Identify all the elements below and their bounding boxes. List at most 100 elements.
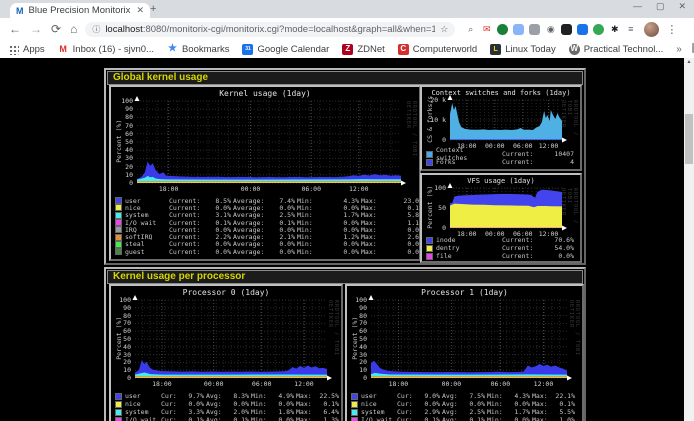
forward-icon[interactable]: → <box>30 23 42 35</box>
rrdtool-watermark: RRDTOOL / TOBI OETIKER <box>327 300 339 378</box>
legend-metric: Min:0.0% <box>251 400 294 408</box>
new-tab-button[interactable]: + <box>150 3 156 15</box>
x-tick-label: 06:00 <box>248 381 276 388</box>
bookmark-label: Google Calendar <box>257 44 329 55</box>
series-nice <box>135 378 327 379</box>
legend-swatch <box>351 393 358 400</box>
metric-value: 0.0% <box>279 248 295 256</box>
legend-label: nice <box>361 400 377 408</box>
minimize-button[interactable]: — <box>633 1 642 12</box>
bookmark-google-calendar[interactable]: 31Google Calendar <box>242 44 329 55</box>
bookmark-label: Inbox (16) - sjvn0... <box>73 44 154 55</box>
series-nice <box>137 182 401 183</box>
bookmark-computerworld[interactable]: CComputerworld <box>398 44 477 55</box>
metric-label: Min: <box>487 408 503 416</box>
close-button[interactable]: ✕ <box>678 1 686 12</box>
page-info-icon[interactable]: ⓘ <box>92 24 100 35</box>
y-tick-label: 30 <box>347 352 367 359</box>
legend-metric: Cur:3.3% <box>161 408 204 416</box>
maximize-button[interactable]: ▢ <box>656 1 665 12</box>
metric-value: 0.0% <box>469 400 485 408</box>
browser-menu-icon[interactable]: ⋮ <box>666 23 677 36</box>
search-extension-icon[interactable]: ⌕ <box>465 24 476 35</box>
tab-close-icon[interactable]: ✕ <box>136 5 144 16</box>
bookmark-inbox-16-sjvn0[interactable]: MInbox (16) - sjvn0... <box>58 44 154 55</box>
y-tick-label: 50 <box>111 139 133 146</box>
profile-avatar[interactable] <box>644 22 659 37</box>
y-tick-label: 0 <box>347 375 367 382</box>
bookmark-practical-technol[interactable]: WPractical Technol... <box>569 44 664 55</box>
legend-row-inode: inodeCurrent:70.6% <box>426 236 574 244</box>
graph-context-switches[interactable]: Context switches and forks (1day)CS & fo… <box>420 85 582 171</box>
address-bar[interactable]: ⓘ localhost:8080/monitorix-cgi/monitorix… <box>85 22 455 37</box>
legend-metric: Current:0.0% <box>169 248 231 256</box>
scrollbar-thumb[interactable] <box>685 114 693 164</box>
legend-label: dentry <box>436 244 459 252</box>
browser-tab[interactable]: M Blue Precision Monitorix ✕ <box>10 3 150 18</box>
metric-label: Cur: <box>397 392 413 400</box>
bookmark-star-icon[interactable]: ☆ <box>440 24 448 35</box>
bookmarks-overflow-icon[interactable]: » <box>676 44 682 55</box>
legend-swatch <box>351 401 358 408</box>
page-scrollbar[interactable]: ▲ <box>684 58 694 421</box>
metric-value: 10407 <box>554 150 574 158</box>
legend-row-nice: niceCur:0.0%Avg:0.0%Min:0.0%Max:0.1% <box>115 400 335 408</box>
scrollbar-up-icon[interactable]: ▲ <box>684 59 694 65</box>
bookmark-label: Computerworld <box>413 44 477 55</box>
legend-label: Forks <box>436 158 456 166</box>
back-icon[interactable]: ← <box>9 23 21 35</box>
metric-label: Cur: <box>397 400 413 408</box>
y-tick-label: 40 <box>111 344 131 351</box>
metric-value: 4.9% <box>278 392 294 400</box>
blue-square-extension-icon[interactable] <box>577 24 588 35</box>
legend-swatch <box>351 417 358 421</box>
metric-label: Avg: <box>442 416 458 421</box>
legend-metric: Current:54.0% <box>502 244 574 252</box>
home-icon[interactable]: ⌂ <box>70 23 77 35</box>
metric-label: Min: <box>297 248 313 256</box>
legend-name: inode <box>426 236 498 244</box>
metric-value: 0.0% <box>514 416 530 421</box>
legend-name: nice <box>115 400 159 408</box>
metric-label: Max: <box>361 248 377 256</box>
metric-value: 0.0% <box>215 248 231 256</box>
green-circle-extension-icon[interactable] <box>593 24 604 35</box>
graph-kernel-usage[interactable]: Kernel usage (1day)Percent (%)1009080706… <box>109 85 421 261</box>
graph-processor-0[interactable]: Processor 0 (1day)Percent (%)10090807060… <box>109 284 343 421</box>
bookmark-bookmarks[interactable]: ★Bookmarks <box>167 44 230 55</box>
box-extension-icon[interactable] <box>529 24 540 35</box>
x-tick-label: 06:00 <box>486 381 514 388</box>
bookmark-zdnet[interactable]: ZZDNet <box>342 44 384 55</box>
legend-metric: Cur:0.1% <box>161 416 204 421</box>
metric-label: Current: <box>502 158 533 166</box>
legend-label: guest <box>125 248 145 256</box>
bookmark-label: Practical Technol... <box>584 44 664 55</box>
legend-metric: Cur:9.0% <box>397 392 440 400</box>
graph-vfs-usage[interactable]: VFS usage (1day)Percent (%)10050018:0000… <box>420 173 582 263</box>
pin-extension-icon[interactable]: ✱ <box>609 24 620 35</box>
legend-metric: Cur:2.9% <box>397 408 440 416</box>
bookmark-apps[interactable]: Apps <box>8 44 45 55</box>
x-tick-label: 18:00 <box>155 186 183 193</box>
mail-extension-icon[interactable]: ✉ <box>481 24 492 35</box>
copy-extension-icon[interactable] <box>513 24 524 35</box>
y-tick-label: 0 <box>422 137 446 144</box>
metric-label: Avg: <box>206 416 222 421</box>
bookmark-linux-today[interactable]: LLinux Today <box>490 44 556 55</box>
y-tick-label: 50 <box>347 336 367 343</box>
metric-label: Current: <box>502 236 533 244</box>
legend-swatch <box>115 393 122 400</box>
metric-value: 0.0% <box>424 400 440 408</box>
eye-extension-icon[interactable]: ◉ <box>545 24 556 35</box>
reload-icon[interactable]: ⟳ <box>51 23 61 35</box>
dark-square-extension-icon[interactable] <box>561 24 572 35</box>
legend-name: system <box>115 408 159 416</box>
legend-swatch <box>426 151 433 158</box>
metric-label: Avg: <box>206 392 222 400</box>
bookmarks-right: » Other bookmarks <box>676 44 694 55</box>
bookmark-label: Apps <box>23 44 45 55</box>
reading-list-extension-icon[interactable]: ≡ <box>625 24 636 35</box>
section-global-kernel-usage: Global kernel usage Kernel usage (1day)P… <box>104 68 586 265</box>
graph-processor-1[interactable]: Processor 1 (1day)Percent (%)10090807060… <box>345 284 584 421</box>
globe-extension-icon[interactable] <box>497 24 508 35</box>
